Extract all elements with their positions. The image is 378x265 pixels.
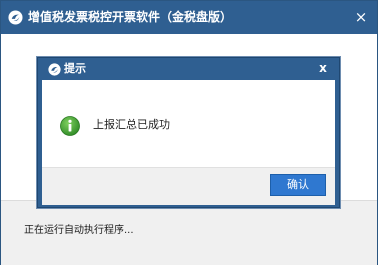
dialog-close-button[interactable]: x (316, 61, 330, 75)
main-titlebar: 增值税发票税控开票软件（金税盘版） × (1, 1, 377, 34)
confirm-button[interactable]: 确认 (270, 174, 326, 196)
main-window-title: 增值税发票税控开票软件（金税盘版） (28, 10, 233, 24)
dialog-title: 提示 (64, 62, 86, 75)
dialog-logo-icon (48, 63, 61, 76)
info-icon (60, 116, 80, 136)
dialog-message: 上报汇总已成功 (93, 118, 170, 131)
status-text: 正在运行自动执行程序... (24, 225, 134, 236)
main-close-button[interactable]: × (353, 9, 369, 25)
prompt-dialog: 提示 x 上报汇总已成功 确认 (37, 57, 340, 208)
dialog-titlebar[interactable]: 提示 x (38, 58, 339, 80)
status-bar: 正在运行自动执行程序... (1, 200, 377, 265)
dialog-body: 上报汇总已成功 (42, 80, 335, 167)
dialog-footer: 确认 (42, 167, 335, 205)
app-logo-icon (8, 10, 23, 25)
